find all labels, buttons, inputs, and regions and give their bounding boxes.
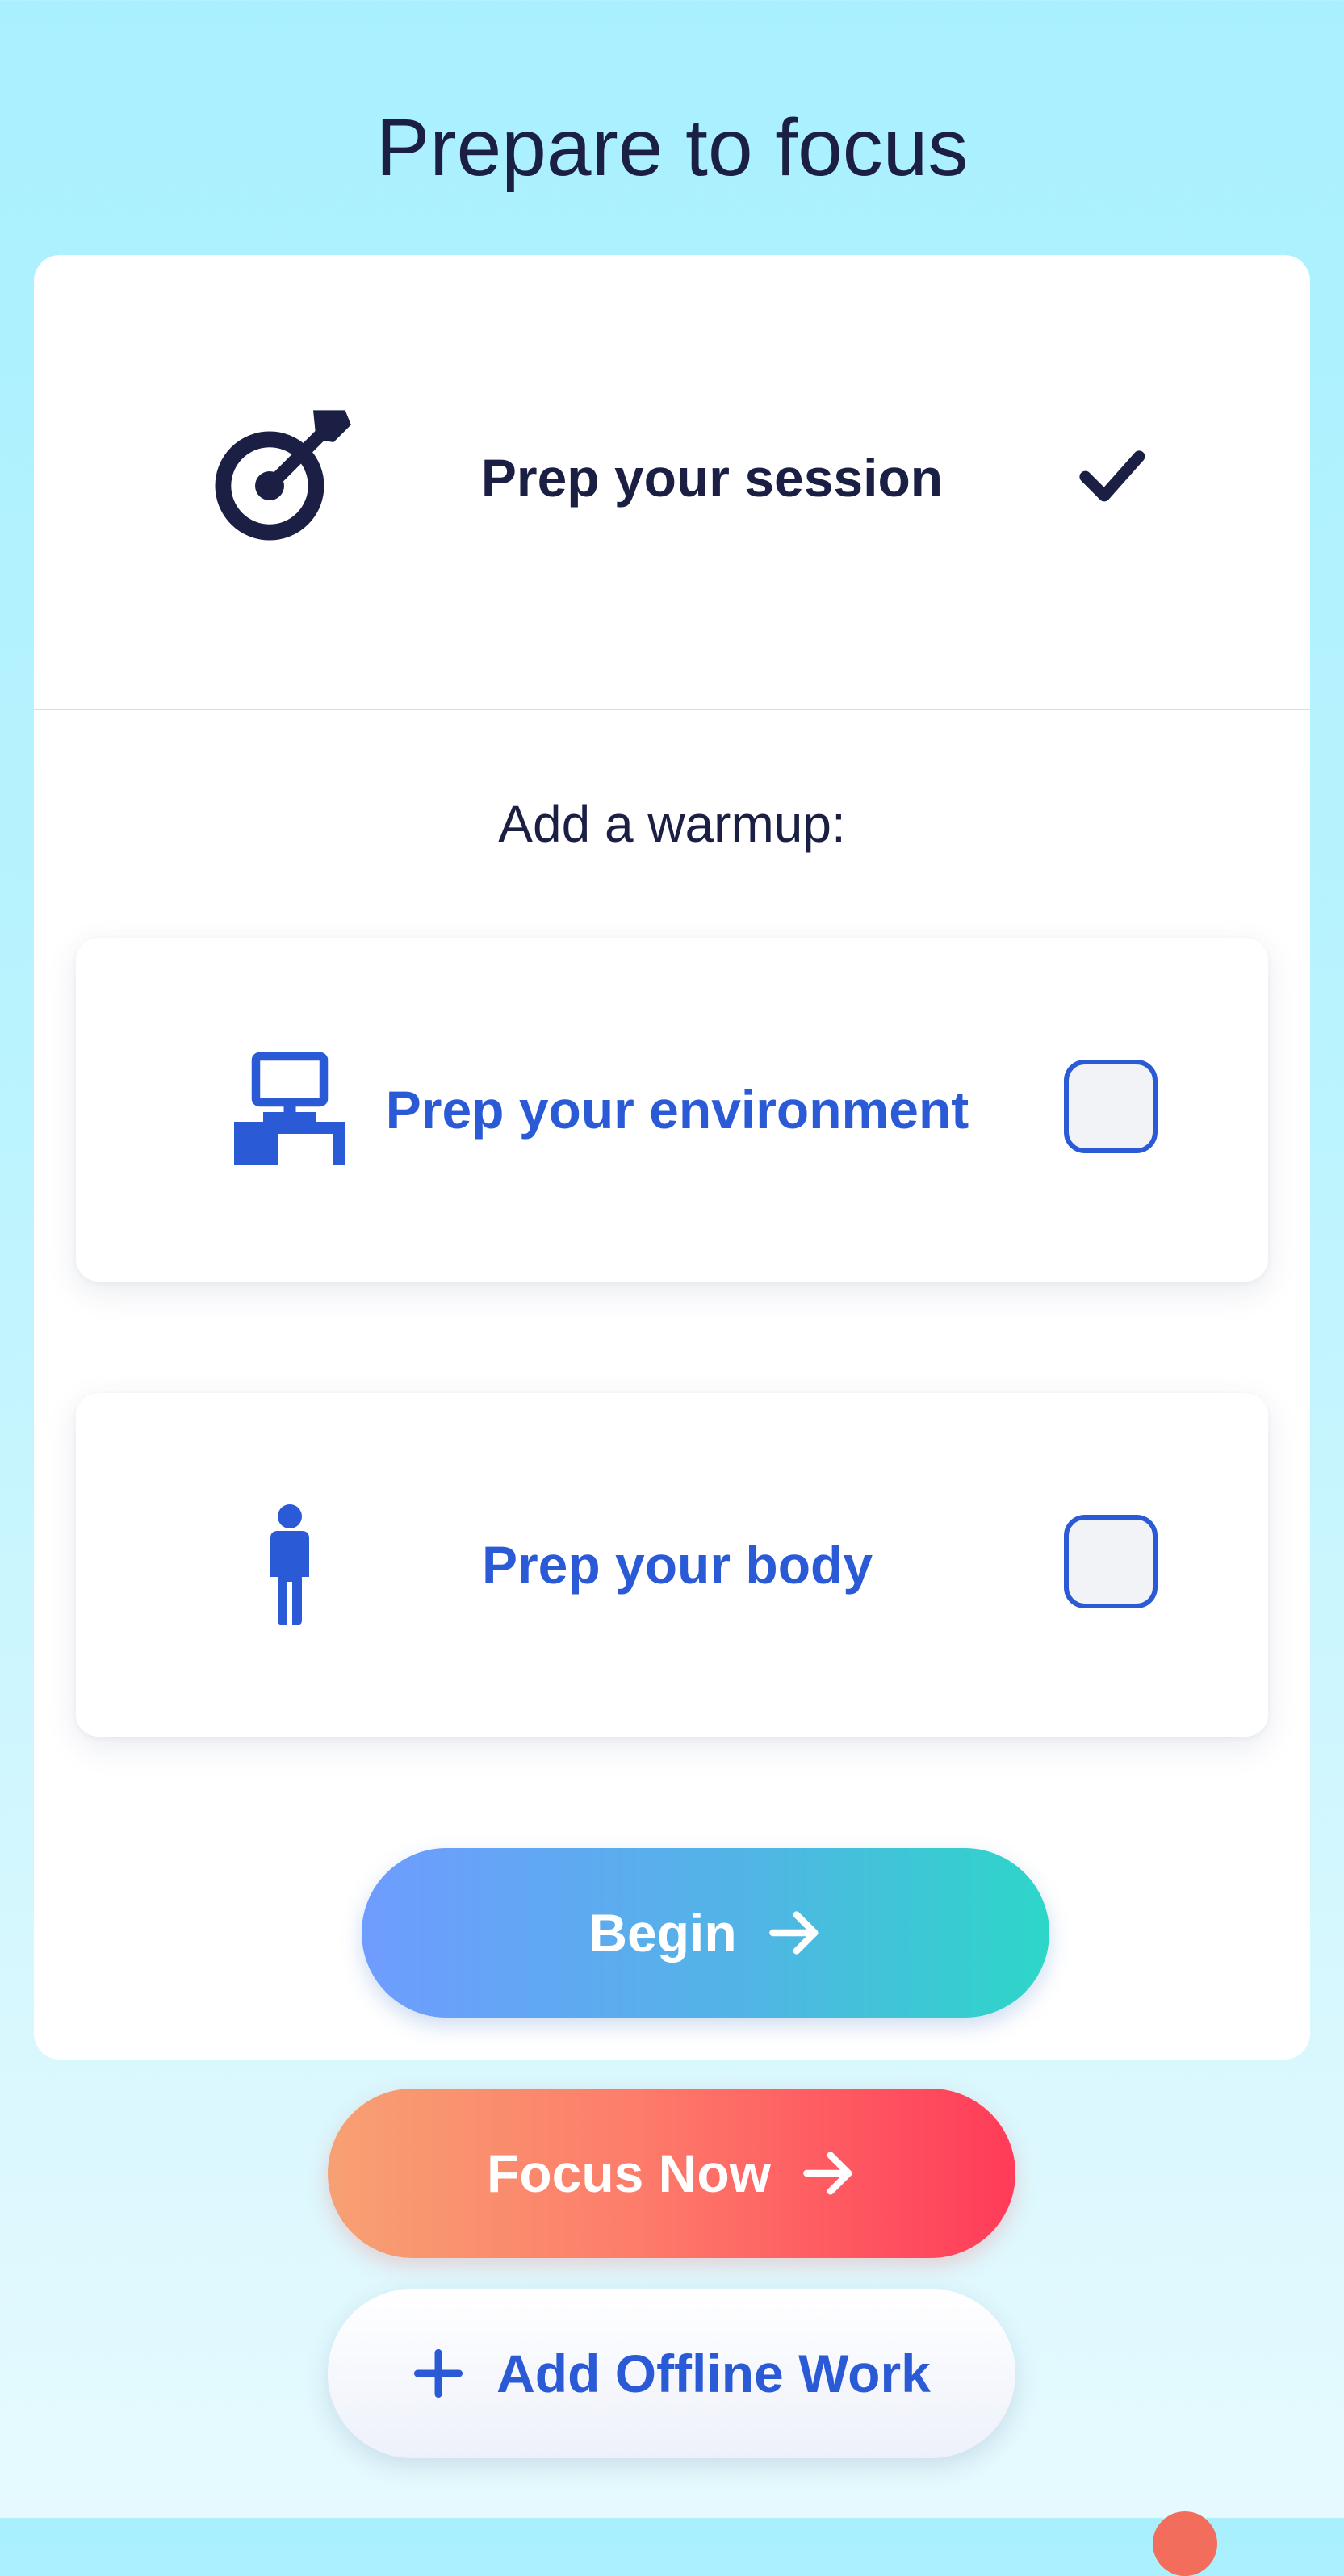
begin-label: Begin [588, 1903, 737, 1963]
body-checkbox[interactable] [1064, 1515, 1158, 1608]
arrow-right-icon [803, 2152, 852, 2195]
warmup-heading: Add a warmup: [498, 795, 846, 853]
option-label: Prep your body [481, 1535, 873, 1595]
person-icon [270, 1504, 309, 1625]
begin-button[interactable]: Begin [362, 1848, 1049, 2018]
focus-now-button[interactable]: Focus Now [328, 2089, 1015, 2258]
session-label: Prep your session [480, 448, 944, 508]
desk-computer-icon [234, 1052, 345, 1165]
main-card: Prep your session Add a warmup: Prep you… [34, 255, 1310, 2060]
add-offline-work-button[interactable]: Add Offline Work [328, 2289, 1015, 2458]
option-label: Prep your environment [385, 1080, 969, 1140]
divider [34, 709, 1310, 710]
notification-dot [1153, 2511, 1217, 2576]
page-title: Prepare to focus [375, 102, 969, 193]
target-arrow-icon [215, 410, 351, 541]
checkmark-icon [1079, 450, 1145, 502]
session-row[interactable]: Prep your session [34, 255, 1310, 709]
plus-icon [414, 2348, 463, 2398]
focus-now-label: Focus Now [486, 2143, 771, 2203]
environment-checkbox[interactable] [1064, 1060, 1158, 1153]
warmup-option-environment[interactable]: Prep your environment [76, 938, 1268, 1282]
warmup-option-body[interactable]: Prep your body [76, 1393, 1268, 1737]
arrow-right-icon [768, 1911, 819, 1955]
add-offline-work-label: Add Offline Work [496, 2344, 931, 2403]
